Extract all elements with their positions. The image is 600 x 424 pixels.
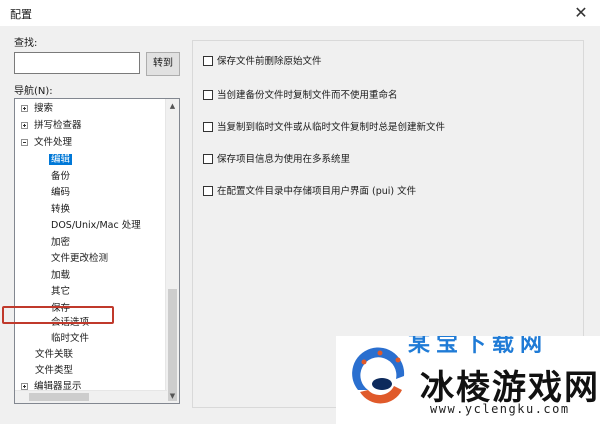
tree-item-file-handling[interactable]: 文件处理 [21, 135, 72, 151]
hscroll-thumb[interactable] [29, 393, 89, 401]
scroll-down-icon[interactable]: ▼ [166, 389, 179, 403]
scroll-up-icon[interactable]: ▲ [166, 99, 179, 113]
tree-item-file-association[interactable]: 文件关联 [35, 347, 73, 363]
tree-item-edit[interactable]: 编辑 [49, 152, 73, 168]
title-bar: 配置 ✕ [0, 0, 600, 26]
tree-vertical-scrollbar[interactable]: ▲ ▼ [165, 99, 179, 403]
search-label: 查找: [14, 38, 38, 49]
expand-plus-icon[interactable] [21, 122, 28, 129]
tree-item-encoding[interactable]: 编码 [51, 185, 70, 201]
scroll-thumb[interactable] [168, 289, 177, 401]
nav-tree[interactable]: 搜索 拼写检查器 文件处理 编辑 备份 编码 转换 DOS/Unix/Mac 处… [14, 98, 180, 404]
option-project-multisystem[interactable]: 保存项目信息为使用在多系统里 [203, 153, 350, 167]
tree-item-temp-files[interactable]: 临时文件 [51, 331, 89, 347]
checkbox[interactable] [203, 121, 213, 132]
close-icon[interactable]: ✕ [570, 2, 592, 24]
window-title: 配置 [10, 8, 32, 21]
option-store-pui[interactable]: 在配置文件目录中存储项目用户界面 (pui) 文件 [203, 185, 416, 199]
watermark: 某宝下载网 冰棱游戏网 www.yclengku.com [336, 336, 600, 424]
highlight-annotation [2, 306, 114, 324]
tree-item-search[interactable]: 搜索 [21, 101, 53, 117]
tree-item-change-detect[interactable]: 文件更改检测 [51, 251, 108, 267]
tree-horizontal-scrollbar[interactable] [15, 390, 167, 403]
tree-item-load[interactable]: 加载 [51, 268, 70, 284]
option-delete-original[interactable]: 保存文件前删除原始文件 [203, 55, 322, 69]
tree-item-other[interactable]: 其它 [51, 284, 70, 300]
checkbox[interactable] [203, 89, 213, 100]
watermark-top-text: 某宝下载网 [408, 336, 549, 357]
checkbox[interactable] [203, 185, 213, 196]
nav-label: 导航(N): [14, 86, 53, 97]
tree-item-convert[interactable]: 转换 [51, 202, 70, 218]
tree-item-file-types[interactable]: 文件类型 [35, 363, 73, 379]
tree-item-spellcheck[interactable]: 拼写检查器 [21, 118, 82, 134]
checkbox[interactable] [203, 55, 213, 66]
collapse-minus-icon[interactable] [21, 139, 28, 146]
search-input[interactable] [14, 52, 140, 74]
watermark-url: www.yclengku.com [430, 402, 570, 416]
expand-plus-icon[interactable] [21, 105, 28, 112]
watermark-logo-icon [351, 347, 411, 412]
expand-plus-icon[interactable] [21, 383, 28, 390]
option-new-temp-file[interactable]: 当复制到临时文件或从临时文件复制时总是创建新文件 [203, 121, 445, 135]
checkbox[interactable] [203, 153, 213, 164]
option-copy-on-backup[interactable]: 当创建备份文件时复制文件而不使用重命名 [203, 89, 398, 103]
goto-button[interactable]: 转到 [146, 52, 180, 76]
tree-item-dos-unix-mac[interactable]: DOS/Unix/Mac 处理 [51, 218, 141, 234]
tree-item-encrypt[interactable]: 加密 [51, 235, 70, 251]
tree-item-backup[interactable]: 备份 [51, 169, 70, 185]
